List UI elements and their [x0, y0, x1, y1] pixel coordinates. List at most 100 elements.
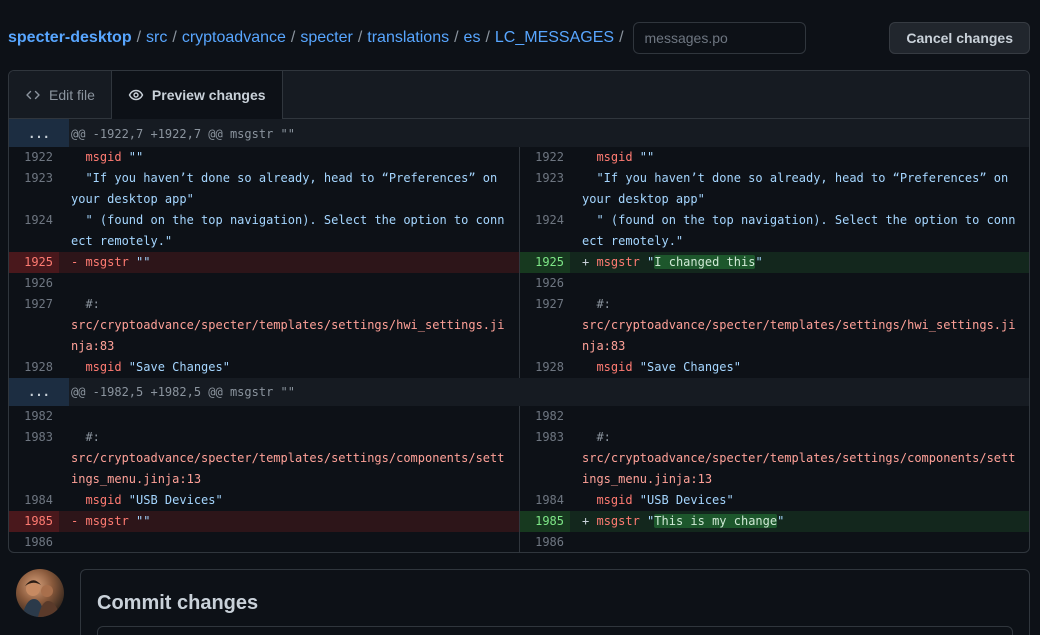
code-line: " (found on the top navigation). Select …	[582, 213, 1016, 248]
line-number: 1984	[24, 493, 53, 507]
breadcrumb-repo-link[interactable]: specter-desktop	[8, 29, 132, 47]
code-line: msgid ""	[85, 150, 144, 164]
file-editor: Edit file Preview changes ... @@ -1922,7…	[8, 70, 1030, 553]
line-number: 1928	[24, 360, 53, 374]
diff-row: 1983 #: src/cryptoadvance/specter/templa…	[9, 427, 1029, 490]
breadcrumb-separator: /	[172, 29, 177, 46]
breadcrumb-separator: /	[619, 29, 624, 46]
line-number: 1982	[24, 409, 53, 423]
deleted-line: 1985 - msgstr ""	[9, 511, 519, 532]
breadcrumb-separator: /	[136, 29, 142, 46]
code-line: msgid "Save Changes"	[85, 360, 230, 374]
breadcrumb-separator: /	[485, 29, 490, 46]
hunk-header: ... @@ -1922,7 +1922,7 @@ msgstr ""	[9, 119, 1029, 147]
hunk-header: ... @@ -1982,5 +1982,5 @@ msgstr ""	[9, 378, 1029, 406]
line-number: 1922	[24, 150, 53, 164]
code-line: msgid "USB Devices"	[85, 493, 223, 507]
line-number: 1927	[535, 297, 564, 311]
line-number: 1986	[24, 535, 53, 549]
line-number: 1982	[535, 409, 564, 423]
code-line: #: src/cryptoadvance/specter/templates/s…	[71, 430, 505, 486]
diff-row: 1927 #: src/cryptoadvance/specter/templa…	[9, 294, 1029, 357]
commit-summary-input[interactable]	[97, 626, 1013, 635]
line-number: 1924	[24, 213, 53, 227]
code-line: + msgstr "This is my change"	[582, 514, 785, 528]
diff-row: 1928 msgid "Save Changes" 1928 msgid "Sa…	[9, 357, 1029, 378]
diff-row-changed: 1985 - msgstr "" 1985 + msgstr "This is my…	[9, 511, 1029, 532]
code-line: #: src/cryptoadvance/specter/templates/s…	[71, 297, 505, 353]
diff-row: 1982 1982	[9, 406, 1029, 427]
expand-context-button[interactable]: ...	[9, 119, 69, 147]
line-number: 1925	[9, 252, 59, 273]
hunk-header-text: @@ -1922,7 +1922,7 @@ msgstr ""	[71, 126, 295, 141]
code-line: - msgstr ""	[71, 255, 151, 269]
line-number: 1924	[535, 213, 564, 227]
diff-row: 1923 "If you haven’t done so already, he…	[9, 168, 1029, 210]
code-line: msgid "Save Changes"	[596, 360, 741, 374]
code-line: "If you haven’t done so already, head to…	[71, 171, 505, 206]
changed-text-highlight: This is my change	[654, 514, 778, 528]
topbar: specter-desktop / src / cryptoadvance / …	[8, 22, 1032, 54]
diff-row: 1922 msgid "" 1922 msgid ""	[9, 147, 1029, 168]
line-number: 1984	[535, 493, 564, 507]
avatar[interactable]	[16, 569, 64, 617]
breadcrumb-lc-messages-link[interactable]: LC_MESSAGES	[495, 29, 614, 47]
line-number: 1926	[24, 276, 53, 290]
diff-row: 1984 msgid "USB Devices" 1984 msgid "USB…	[9, 490, 1029, 511]
tab-preview-changes[interactable]: Preview changes	[110, 71, 283, 119]
added-line: 1985 + msgstr "This is my change"	[519, 511, 1029, 532]
line-number: 1925	[520, 252, 570, 273]
commit-panel: Commit changes	[80, 569, 1030, 635]
code-icon	[25, 87, 41, 103]
breadcrumb-separator: /	[454, 29, 459, 46]
diff-view: ... @@ -1922,7 +1922,7 @@ msgstr "" 1922…	[9, 119, 1029, 552]
diff-row: 1926 1926	[9, 273, 1029, 294]
cancel-changes-button[interactable]: Cancel changes	[889, 22, 1030, 54]
tab-edit-file[interactable]: Edit file	[9, 71, 111, 118]
line-number: 1926	[535, 276, 564, 290]
line-number: 1985	[520, 511, 570, 532]
code-line: msgid "USB Devices"	[596, 493, 734, 507]
code-line: #: src/cryptoadvance/specter/templates/s…	[582, 430, 1016, 486]
line-number: 1983	[24, 430, 53, 444]
editor-tabs: Edit file Preview changes	[9, 71, 1029, 119]
commit-title: Commit changes	[97, 592, 259, 614]
line-number: 1927	[24, 297, 53, 311]
code-line: msgid ""	[596, 150, 655, 164]
deleted-line: 1925 - msgstr ""	[9, 252, 519, 273]
diff-row-changed: 1925 - msgstr "" 1925 + msgstr "I changed …	[9, 252, 1029, 273]
line-number: 1923	[24, 171, 53, 185]
hunk-header-text: @@ -1982,5 +1982,5 @@ msgstr ""	[71, 385, 295, 399]
breadcrumb-specter-link[interactable]: specter	[300, 29, 352, 47]
line-number: 1922	[535, 150, 564, 164]
tab-edit-file-label: Edit file	[49, 86, 95, 103]
line-number: 1986	[535, 535, 564, 549]
breadcrumb-translations-link[interactable]: translations	[367, 29, 449, 47]
changed-text-highlight: I changed this	[654, 255, 756, 269]
line-number: 1923	[535, 171, 564, 185]
code-line: - msgstr ""	[71, 514, 151, 528]
breadcrumb-separator: /	[357, 29, 363, 46]
added-line: 1925 + msgstr "I changed this"	[519, 252, 1029, 273]
diff-row: 1986 1986	[9, 532, 1029, 552]
breadcrumb-cryptoadvance-link[interactable]: cryptoadvance	[182, 29, 286, 47]
breadcrumb-src-link[interactable]: src	[146, 29, 167, 47]
expand-context-button[interactable]: ...	[9, 378, 69, 406]
code-line: #: src/cryptoadvance/specter/templates/s…	[582, 297, 1016, 353]
line-number: 1983	[535, 430, 564, 444]
code-line: + msgstr "I changed this"	[582, 255, 763, 269]
breadcrumb-es-link[interactable]: es	[464, 29, 481, 47]
code-line: " (found on the top navigation). Select …	[71, 213, 505, 248]
eye-icon	[128, 87, 144, 103]
code-line: "If you haven’t done so already, head to…	[582, 171, 1016, 206]
breadcrumb-separator: /	[290, 29, 296, 46]
filename-input[interactable]	[632, 22, 806, 54]
diff-row: 1924 " (found on the top navigation). Se…	[9, 210, 1029, 252]
breadcrumb: specter-desktop / src / cryptoadvance / …	[8, 22, 806, 54]
